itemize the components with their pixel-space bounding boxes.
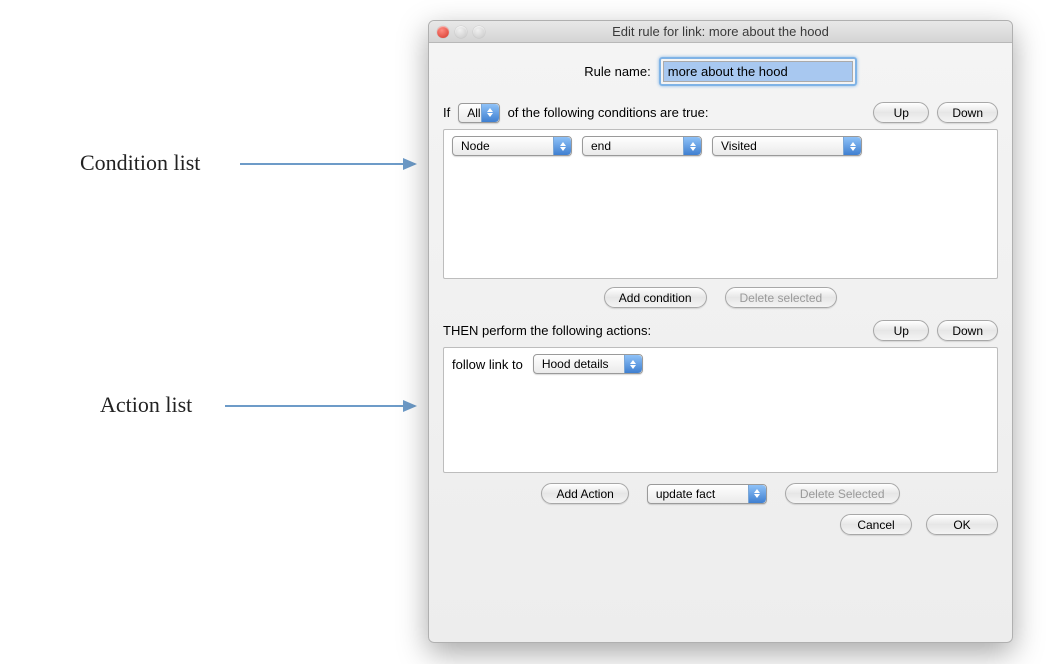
zoom-icon xyxy=(473,26,485,38)
conditions-tail-label: of the following conditions are true: xyxy=(508,105,709,120)
annotation-action-list: Action list xyxy=(100,392,192,418)
condition-target-value: end xyxy=(591,139,611,153)
window-title: Edit rule for link: more about the hood xyxy=(429,24,1012,39)
stepper-icon xyxy=(481,104,499,122)
delete-condition-button[interactable]: Delete selected xyxy=(725,287,838,308)
condition-list[interactable]: Node end Visited xyxy=(443,129,998,279)
action-target-value: Hood details xyxy=(542,357,609,371)
condition-row[interactable]: Node end Visited xyxy=(444,130,997,162)
rule-name-focus-ring xyxy=(659,57,857,86)
action-row[interactable]: follow link to Hood details xyxy=(444,348,997,380)
then-label: THEN perform the following actions: xyxy=(443,323,651,338)
stepper-icon xyxy=(683,137,701,155)
quantifier-select[interactable]: All xyxy=(458,103,499,123)
stepper-icon xyxy=(624,355,642,373)
minimize-icon xyxy=(455,26,467,38)
stepper-icon xyxy=(748,485,766,503)
rule-name-label: Rule name: xyxy=(584,64,650,79)
action-prefix-label: follow link to xyxy=(452,357,523,372)
action-target-select[interactable]: Hood details xyxy=(533,354,643,374)
quantifier-value: All xyxy=(467,106,480,120)
condition-state-value: Visited xyxy=(721,139,757,153)
arrow-action-list xyxy=(225,405,415,407)
add-action-button[interactable]: Add Action xyxy=(541,483,628,504)
condition-subject-select[interactable]: Node xyxy=(452,136,572,156)
conditions-down-button[interactable]: Down xyxy=(937,102,998,123)
conditions-up-button[interactable]: Up xyxy=(873,102,929,123)
cancel-button[interactable]: Cancel xyxy=(840,514,912,535)
close-icon[interactable] xyxy=(437,26,449,38)
actions-down-button[interactable]: Down xyxy=(937,320,998,341)
window-controls xyxy=(437,26,485,38)
rule-name-input[interactable] xyxy=(663,61,853,82)
add-condition-button[interactable]: Add condition xyxy=(604,287,707,308)
actions-up-button[interactable]: Up xyxy=(873,320,929,341)
arrow-condition-list xyxy=(240,163,415,165)
stepper-icon xyxy=(843,137,861,155)
titlebar: Edit rule for link: more about the hood xyxy=(429,21,1012,43)
annotation-condition-list: Condition list xyxy=(80,150,200,176)
action-type-select[interactable]: update fact xyxy=(647,484,767,504)
action-type-value: update fact xyxy=(656,487,715,501)
condition-state-select[interactable]: Visited xyxy=(712,136,862,156)
stepper-icon xyxy=(553,137,571,155)
condition-target-select[interactable]: end xyxy=(582,136,702,156)
condition-subject-value: Node xyxy=(461,139,490,153)
ok-button[interactable]: OK xyxy=(926,514,998,535)
edit-rule-dialog: Edit rule for link: more about the hood … xyxy=(428,20,1013,643)
action-list[interactable]: follow link to Hood details xyxy=(443,347,998,473)
delete-action-button[interactable]: Delete Selected xyxy=(785,483,900,504)
if-label: If xyxy=(443,105,450,120)
